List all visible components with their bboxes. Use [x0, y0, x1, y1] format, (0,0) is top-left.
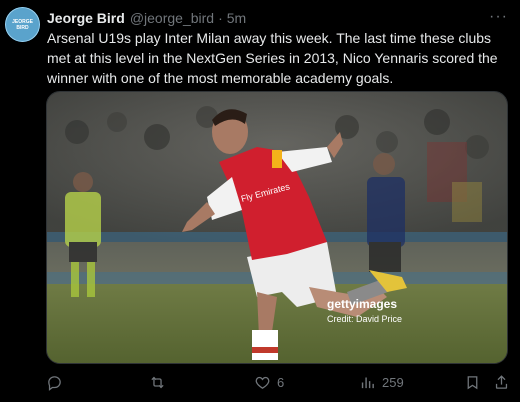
- views-button[interactable]: 259: [359, 374, 404, 391]
- view-count: 259: [382, 375, 404, 390]
- separator: ·: [218, 10, 223, 26]
- photo-credit: Credit: David Price: [327, 314, 403, 324]
- tweet-text: Arsenal U19s play Inter Milan away this …: [47, 30, 498, 86]
- photo-image: Fly Emirates: [47, 92, 507, 363]
- more-icon[interactable]: ···: [489, 8, 508, 26]
- like-button[interactable]: 6: [254, 374, 284, 391]
- action-bar: 6 259: [46, 372, 516, 394]
- reply-icon: [48, 376, 61, 391]
- timestamp[interactable]: 5m: [227, 10, 246, 26]
- bookmark-icon: [467, 376, 478, 390]
- reply-button[interactable]: [46, 374, 69, 391]
- views-icon: [361, 377, 374, 389]
- author-name[interactable]: Jeorge Bird: [47, 10, 125, 26]
- bookmark-button[interactable]: [464, 374, 481, 391]
- like-count: 6: [277, 375, 285, 390]
- like-icon: [255, 376, 270, 389]
- avatar-text: JEORGE BIRD: [5, 7, 40, 42]
- tweet-photo[interactable]: Fly Emirates gettyimages Credit: David P…: [46, 91, 508, 364]
- retweet-button[interactable]: [149, 374, 172, 391]
- share-icon: [495, 375, 508, 389]
- avatar[interactable]: JEORGE BIRD: [5, 7, 40, 42]
- share-button[interactable]: [493, 374, 510, 391]
- author-handle[interactable]: @jeorge_bird: [130, 10, 214, 26]
- tweet-header: Jeorge Bird @jeorge_bird · 5m: [47, 8, 246, 28]
- getty-watermark: gettyimages: [327, 297, 398, 311]
- retweet-icon: [151, 376, 164, 389]
